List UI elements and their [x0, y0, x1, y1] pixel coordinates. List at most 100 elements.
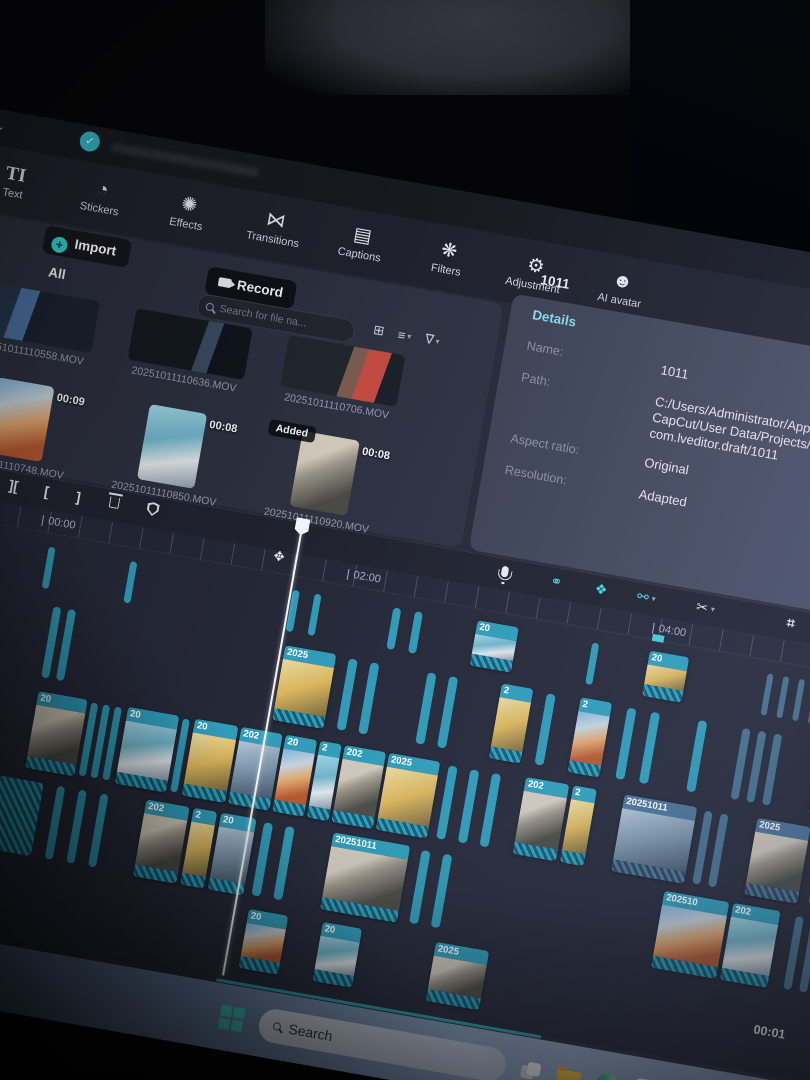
plus-icon: +	[50, 236, 69, 255]
timeline-video-clip[interactable]: 202	[513, 777, 570, 861]
timeline-video-clip[interactable]: 2	[489, 683, 534, 763]
timeline-video-clip[interactable]: 202	[133, 799, 190, 883]
timeline-video-clip[interactable]: 2025	[376, 753, 441, 839]
toolbar-item-filters[interactable]: ❋Filters	[402, 233, 493, 283]
timeline-bar-clip[interactable]	[639, 712, 660, 784]
task-view-icon[interactable]	[520, 1061, 543, 1080]
timeline-bar-clip[interactable]	[686, 720, 707, 792]
file-explorer-icon[interactable]	[555, 1069, 582, 1080]
timeline-bar-clip[interactable]	[386, 607, 401, 650]
timeline-bar-clip[interactable]	[792, 679, 805, 721]
trim-right-icon[interactable]: ]	[75, 489, 82, 506]
camera-icon	[218, 277, 232, 288]
timeline-bar-clip[interactable]	[431, 854, 453, 928]
sort-icon[interactable]: ≡▾	[397, 326, 413, 344]
preview-axis-icon[interactable]: ⌗	[785, 614, 796, 632]
video-thumbnail[interactable]	[0, 377, 55, 462]
clip-thumbnail	[722, 917, 778, 977]
edge-browser-icon[interactable]	[594, 1072, 619, 1080]
toolbar-item-captions[interactable]: ▤Captions	[316, 218, 407, 268]
clip-thumbnail	[562, 799, 595, 854]
timeline-bar-clip[interactable]	[408, 611, 423, 654]
autosave-check-icon: ✓	[78, 130, 101, 153]
video-thumbnail[interactable]	[290, 431, 360, 516]
timeline-video-clip[interactable]: 20	[25, 691, 88, 776]
duration-label: 00:08	[208, 419, 238, 436]
toolbar-item-effects[interactable]: ✺Effects	[142, 187, 233, 237]
media-item[interactable]: 20251011110706.MOV	[262, 332, 422, 425]
timeline-video-clip[interactable]: 20251011	[320, 832, 410, 922]
search-icon	[205, 302, 214, 311]
media-item[interactable]: 00:0920251011110748.MOV	[0, 369, 100, 486]
timeline-bar-clip[interactable]	[66, 790, 87, 864]
timeline-bar-clip[interactable]	[776, 676, 789, 718]
timeline-bar-clip[interactable]	[409, 850, 431, 924]
timeline-video-clip[interactable]: 2025	[744, 818, 810, 904]
timeline-video-clip[interactable]: 20251011	[611, 794, 697, 884]
timeline-bar-clip[interactable]	[45, 786, 66, 860]
detail-field-label: Path:	[520, 370, 551, 389]
toolbar-item-transitions[interactable]: ⋈Transitions	[229, 203, 320, 253]
timeline-video-clip[interactable]: 20	[115, 707, 180, 793]
video-thumbnail[interactable]	[0, 281, 100, 353]
chevron-down-icon: ⌄	[0, 120, 6, 133]
duration-label: 00:09	[56, 392, 86, 409]
timeline-video-clip[interactable]: 2025	[272, 645, 336, 729]
photo-of-screen: Menu⌄ ✓ ♪AudioTIText◔Stickers✺Effects⋈Tr…	[0, 0, 810, 1080]
trim-left-icon[interactable]: [	[43, 483, 50, 500]
detail-field-label: Name:	[526, 339, 565, 359]
timeline-video-clip[interactable]: 2	[568, 697, 613, 777]
detail-field-value: Original	[643, 455, 690, 479]
tab-all[interactable]: All	[47, 264, 67, 282]
timeline-bar-clip[interactable]	[534, 693, 555, 765]
delete-icon[interactable]	[108, 495, 121, 512]
clip-thumbnail	[117, 721, 177, 781]
timeline-video-clip[interactable]: 202	[720, 903, 781, 988]
timeline-bar-clip[interactable]	[585, 642, 599, 685]
mask-shield-icon[interactable]	[145, 501, 160, 520]
timeline-bar-clip[interactable]	[123, 561, 137, 604]
timeline-bar-clip[interactable]	[708, 813, 729, 887]
timeline-bar-clip[interactable]	[458, 769, 480, 843]
timeline-bar-clip[interactable]	[436, 765, 458, 839]
timeline-video-clip[interactable]: 20	[642, 651, 689, 703]
timeline-video-clip[interactable]: 20	[312, 922, 362, 988]
link-clips-icon[interactable]: ⚯▾	[636, 588, 657, 608]
timeline-bar-clip[interactable]	[760, 673, 773, 715]
clip-thumbnail	[570, 711, 610, 766]
timeline-bar-clip[interactable]	[415, 672, 436, 744]
magnetic-snap-icon[interactable]: ⚭	[549, 572, 564, 591]
voiceover-mic-icon[interactable]	[500, 564, 510, 581]
media-item[interactable]: 20251011110558.MOV	[0, 279, 116, 372]
timeline-bar-clip[interactable]	[762, 733, 782, 805]
timeline-video-clip[interactable]: 2025	[426, 942, 490, 1010]
clip-thumbnail	[491, 697, 531, 752]
timeline-bar-clip[interactable]	[307, 593, 321, 636]
windows-start-icon[interactable]	[218, 1005, 246, 1033]
timeline-bar-clip[interactable]	[251, 822, 273, 896]
video-thumbnail[interactable]	[137, 404, 207, 489]
grid-view-icon[interactable]: ⊞	[372, 322, 386, 340]
timeline-bar-clip[interactable]	[336, 658, 357, 730]
timeline-bar-clip[interactable]	[358, 662, 379, 734]
split-icon[interactable]: ][	[8, 477, 20, 494]
detail-field-value: Adapted	[637, 486, 687, 510]
timeline-bar-clip[interactable]	[88, 793, 109, 867]
timeline-video-clip[interactable]: 20	[470, 620, 519, 673]
split-mode-icon[interactable]: ✂▾	[695, 598, 716, 618]
timeline-bar-clip[interactable]	[437, 676, 458, 748]
menu-button[interactable]: Menu⌄	[0, 109, 7, 134]
auto-cut-icon[interactable]: ❖	[593, 580, 608, 599]
timeline-bar-clip[interactable]	[273, 826, 295, 900]
toolbar-item-stickers[interactable]: ◔Stickers	[56, 172, 147, 222]
timeline-bar-clip[interactable]	[479, 773, 501, 847]
timeline-video-clip[interactable]: 20	[239, 909, 289, 975]
chevron-down-icon: ▾	[651, 594, 657, 604]
background-reflection	[265, 0, 685, 95]
timeline-video-clip[interactable]: 202510	[651, 891, 730, 979]
filter-icon[interactable]: ∇▾	[424, 331, 441, 349]
toolbar-item-text[interactable]: TIText	[0, 157, 60, 207]
audio-clip[interactable]	[0, 768, 44, 856]
timeline-bar-clip[interactable]	[615, 708, 636, 780]
timeline-bar-clip[interactable]	[42, 547, 56, 590]
